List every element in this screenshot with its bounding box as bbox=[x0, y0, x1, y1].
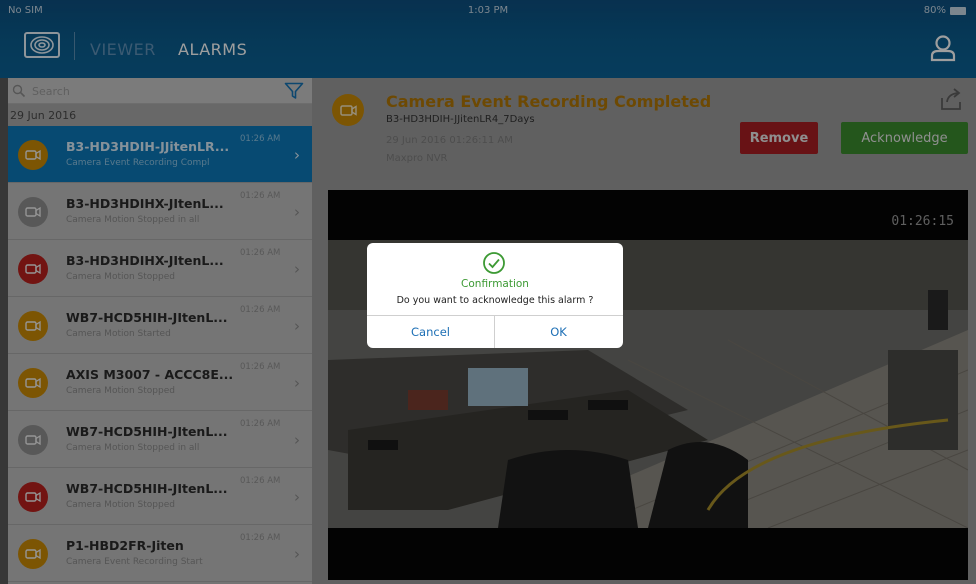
check-circle-icon bbox=[483, 252, 505, 274]
confirmation-dialog: Confirmation Do you want to acknowledge … bbox=[367, 243, 623, 348]
dialog-message: Do you want to acknowledge this alarm ? bbox=[396, 295, 594, 306]
dialog-title: Confirmation bbox=[461, 278, 529, 290]
ok-button[interactable]: OK bbox=[495, 315, 622, 348]
cancel-button[interactable]: Cancel bbox=[367, 315, 494, 348]
